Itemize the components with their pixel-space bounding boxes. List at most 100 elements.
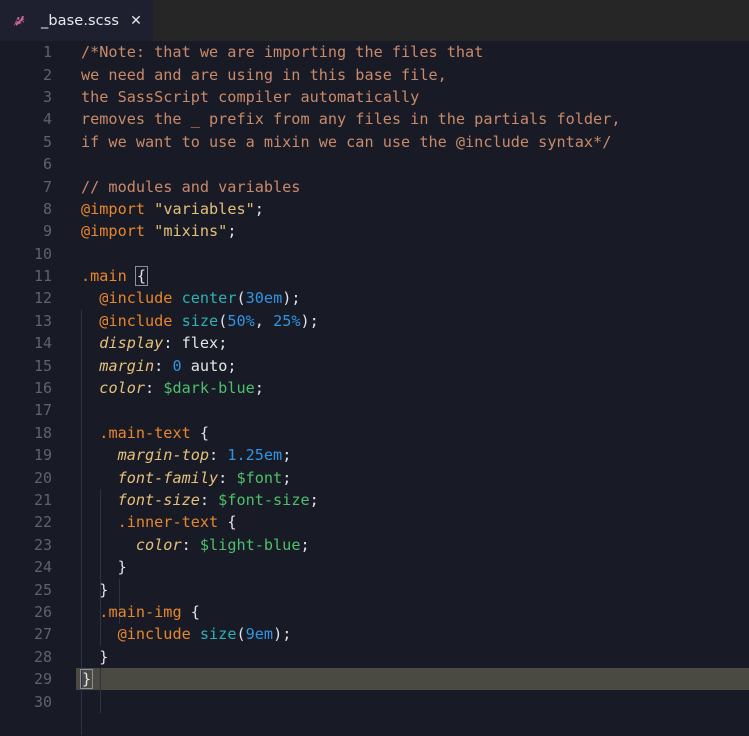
css-selector: .main [81,267,127,286]
colon: : [199,491,219,509]
line-number: 12 [33,289,52,308]
editor-line: 2 we need and are using in this base fil… [0,63,749,85]
editor-line: 22 .inner-text { [0,511,749,533]
tab-bar: _base.scss ✕ [0,0,749,41]
line-number: 23 [33,535,52,554]
code-editor[interactable]: 1 /*Note: that we are importing the file… [0,41,749,736]
css-selector: .inner-text [117,513,219,532]
line-number: 25 [33,580,52,599]
editor-line: 10 [0,243,749,265]
brace-open: { [181,602,200,621]
code-comment: // modules and variables [81,177,301,196]
editor-line: 12 @include center(30em); [0,287,749,309]
css-value: flex [181,334,219,353]
editor-line: 18 .main-text { [0,422,749,444]
semicolon: ; [282,446,292,465]
tab-base-scss[interactable]: _base.scss ✕ [0,0,153,41]
at-rule-include: @include [117,625,191,644]
semicolon: ; [227,222,237,241]
brace-open: { [218,513,237,532]
editor-line: 24 } [0,556,749,578]
css-property: margin-top [117,446,210,465]
editor-line: 17 [0,399,749,421]
line-number: 13 [33,311,52,330]
css-property: display [99,334,164,353]
string-literal: "variables" [154,199,255,218]
brace-close: } [99,647,109,666]
editor-line: 4 removes the _ prefix from any files in… [0,108,749,130]
code-comment: the SassScript compiler automatically [81,87,420,106]
line-number: 7 [42,177,52,196]
line-number: 9 [42,222,52,241]
line-number: 3 [42,87,52,106]
editor-line: 8 @import "variables"; [0,198,749,220]
number-value: 9em [245,625,274,644]
line-number: 4 [42,110,52,129]
editor-line-active: 29 } [0,667,749,691]
line-number: 30 [33,692,52,711]
line-number: 8 [42,199,52,218]
number-value: 25% [273,311,301,330]
code-comment: removes the _ prefix from any files in t… [81,110,621,129]
bracket-match-open: { [134,266,149,287]
at-rule-import: @import [81,199,146,218]
line-number: 22 [33,513,52,532]
colon: : [163,334,182,353]
editor-line: 19 margin-top: 1.25em; [0,444,749,466]
tab-filename: _base.scss [41,12,120,29]
line-number: 6 [42,155,52,174]
editor-line: 15 margin: 0 auto; [0,354,749,376]
css-selector: .main-text [99,423,191,442]
paren-close: ); [300,311,319,330]
editor-line: 7 // modules and variables [0,175,749,197]
paren-open: ( [236,625,246,644]
editor-line: 21 font-size: $font-size; [0,489,749,511]
code-comment: if we want to use a mixin we can use the… [81,132,612,151]
scss-variable: $font-size [218,491,310,509]
scss-variable: $font [236,468,283,487]
mixin-name: size [181,311,219,330]
editor-line: 14 display: flex; [0,332,749,354]
colon: : [218,468,237,487]
editor-line: 1 /*Note: that we are importing the file… [0,41,749,63]
semicolon: ; [309,491,319,509]
brace-close: } [99,580,109,599]
line-number: 29 [33,670,52,689]
bracket-match-close: } [79,669,94,690]
line-number: 20 [33,468,52,487]
brace-open: { [190,423,210,442]
brace-close: } [117,558,127,577]
semicolon: ; [254,379,264,398]
editor-line: 30 [0,690,749,712]
editor-line: 5 if we want to use a mixin we can use t… [0,131,749,153]
scss-variable: $light-blue [199,535,301,554]
css-selector: .main-img [99,602,182,621]
code-comment: we need and are using in this base file, [81,65,447,84]
semicolon: ; [300,535,310,554]
css-property: color [135,535,182,554]
editor-line: 28 } [0,646,749,668]
colon: : [154,356,173,375]
editor-line: 3 the SassScript compiler automatically [0,86,749,108]
paren-close: ); [282,289,301,308]
css-property: font-size [117,491,200,509]
number-value: 30em [245,289,283,308]
at-rule-include: @include [99,289,173,308]
paren-close: ); [273,625,292,644]
string-literal: "mixins" [154,222,228,241]
paren-open: ( [236,289,246,308]
number-value: 1.25em [227,446,283,465]
line-number: 11 [33,267,52,286]
editor-line: 25 } [0,578,749,600]
line-number: 15 [33,356,52,375]
line-number: 5 [42,132,52,151]
editor-line: 20 font-family: $font; [0,466,749,488]
line-number: 18 [33,423,52,442]
close-icon[interactable]: ✕ [130,14,142,28]
colon: : [181,535,200,554]
indent-guide-3 [100,668,101,713]
